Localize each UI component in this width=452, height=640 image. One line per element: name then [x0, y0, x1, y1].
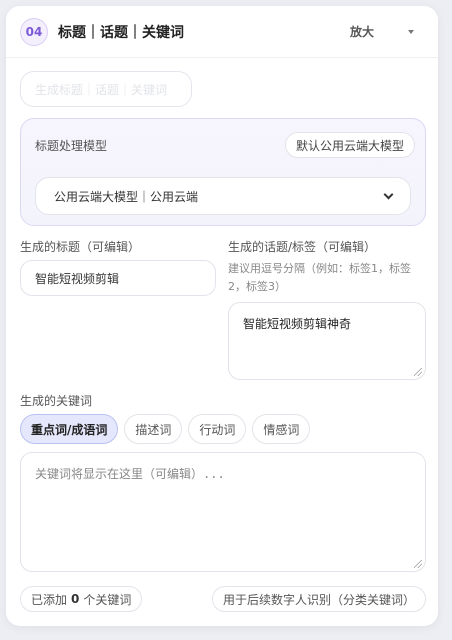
- card-title: 标题｜话题｜关键词: [58, 24, 184, 41]
- model-select[interactable]: 公用云端大模型｜公用云端: [35, 177, 411, 215]
- topic-label: 生成的话题/标签（可编辑）: [228, 240, 377, 254]
- tab-key-idioms[interactable]: 重点词/成语词: [20, 414, 119, 444]
- generate-button[interactable]: 生成标题｜话题｜关键词: [20, 71, 192, 107]
- tab-descriptive[interactable]: 描述词: [124, 414, 183, 444]
- resize-handle-icon[interactable]: [414, 560, 422, 568]
- usage-note-badge: 用于后续数字人识别（分类关键词）: [211, 586, 426, 612]
- count-prefix: 已添加: [31, 592, 68, 607]
- tab-emotion[interactable]: 情感词: [252, 414, 311, 444]
- caret-down-icon: [408, 29, 414, 34]
- step-badge: 04: [20, 17, 48, 46]
- model-label: 标题处理模型: [35, 139, 108, 153]
- model-select-value: 公用云端大模型｜公用云端: [54, 189, 199, 204]
- topic-value: 智能短视频剪辑神奇: [243, 317, 352, 331]
- keyword-tabs: 重点词/成语词 描述词 行动词 情感词: [20, 414, 311, 444]
- title-label: 生成的标题（可编辑）: [20, 240, 141, 254]
- default-model-button[interactable]: 默认公用云端大模型: [284, 132, 415, 158]
- topic-textarea[interactable]: 智能短视频剪辑神奇: [228, 302, 426, 380]
- topic-hint: 建议用逗号分隔（例如：标签1，标签2，标签3）: [228, 262, 411, 293]
- tab-action[interactable]: 行动词: [188, 414, 247, 444]
- keywords-placeholder: 关键词将显示在这里（可编辑）...: [35, 467, 225, 481]
- card-header: 04 标题｜话题｜关键词 放大: [6, 6, 438, 58]
- title-input[interactable]: 智能短视频剪辑: [20, 260, 216, 296]
- chevron-down-icon: [383, 189, 394, 199]
- keyword-count: 0: [71, 592, 80, 606]
- keywords-label: 生成的关键词: [20, 394, 93, 408]
- keywords-textarea[interactable]: 关键词将显示在这里（可编辑）...: [20, 452, 426, 572]
- model-panel: 标题处理模型 默认公用云端大模型 公用云端大模型｜公用云端: [20, 118, 426, 226]
- zoom-label: 放大: [349, 25, 374, 39]
- keyword-count-badge: 已添加 0 个关键词: [20, 586, 143, 612]
- resize-handle-icon[interactable]: [414, 368, 422, 376]
- keywords-card: 04 标题｜话题｜关键词 放大 生成标题｜话题｜关键词 标题处理模型 默认公用云…: [6, 6, 438, 626]
- count-suffix: 个关键词: [83, 592, 132, 607]
- zoom-dropdown[interactable]: 放大: [350, 23, 424, 40]
